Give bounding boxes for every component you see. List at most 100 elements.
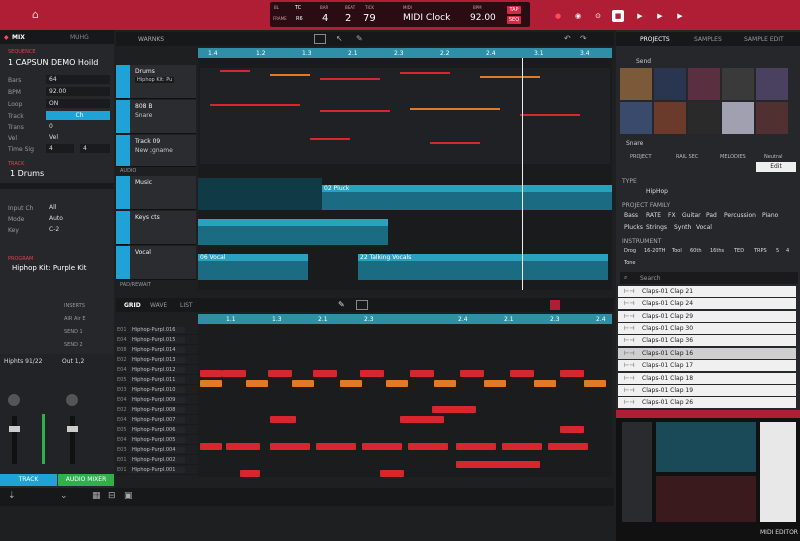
tc-label[interactable]: TC [295,5,301,11]
midi-note[interactable] [200,380,222,387]
family-tag[interactable]: Strings [646,224,667,231]
grid-view-icon[interactable]: ▦ [92,491,101,501]
project-thumbnail[interactable] [756,102,788,134]
family-tag[interactable]: Bass [624,212,638,219]
draw-tool-icon[interactable]: ✎ [338,300,345,309]
midi-note[interactable] [270,443,310,450]
pad-row[interactable]: E04 Hiphop-Purpl.009 [116,396,198,405]
audio-clip-vocal[interactable]: 06 Vocal [198,254,308,280]
pad-row[interactable]: E04 Hiphop-Purpl.005 [116,436,198,445]
midi-note[interactable] [222,370,246,377]
pointer-tool-icon[interactable]: ↖ [336,34,343,43]
send-1[interactable]: SEND 1 [64,329,83,335]
midi-note[interactable] [316,443,356,450]
send-2[interactable]: SEND 2 [64,342,83,348]
family-tag[interactable]: Percussion [724,212,756,219]
midi-note[interactable] [270,416,296,423]
midi-note[interactable] [200,370,222,377]
type-hiphop[interactable]: HipHop [646,188,668,195]
pad-row[interactable]: E02 Hiphop-Purpl.013 [116,356,198,365]
param-track[interactable]: Track Ch [8,111,110,121]
instrument-tag[interactable]: 4 [786,248,789,254]
midi-note[interactable] [510,370,534,377]
midi-note[interactable] [200,443,222,450]
project-thumbnail[interactable] [722,102,754,134]
pan-knob-2[interactable] [66,394,78,406]
record-icon[interactable]: ● [552,10,564,22]
sample-item[interactable]: ⊢⊣ Claps-01 Clap 18 [618,373,796,384]
pad-row[interactable]: E08 Hiphop-Purpl.014 [116,346,198,355]
instrument-tag[interactable]: 60th [690,248,702,254]
param-bars[interactable]: Bars 64 [8,75,110,85]
fader-1[interactable] [9,426,20,432]
param-value[interactable]: 92.00 [46,87,110,96]
arranger-mode-label[interactable]: WARNKS [138,36,164,43]
tab-sample-edit[interactable]: SAMPLE EDIT [744,36,784,43]
tab-projects[interactable]: PROJECTS [640,36,670,43]
tab-list[interactable]: LIST [180,302,193,309]
audio-mixer-button[interactable]: AUDIO MIXER [58,474,114,486]
midi-note[interactable] [548,443,588,450]
stop-icon[interactable]: ■ [612,10,624,22]
midi-note[interactable] [456,461,540,468]
record-note-icon[interactable] [550,300,560,310]
param-trans[interactable]: Trans 0 [8,122,108,132]
param-value[interactable]: C-2 [46,225,72,234]
param-value[interactable]: ON [46,99,110,108]
sample-search[interactable]: ⌕ Search [620,272,798,284]
instrument-tag[interactable]: Drog [624,248,636,254]
pad-row[interactable]: E01 Hiphop-Purpl.002 [116,456,198,465]
param-loop[interactable]: Loop ON [8,99,110,109]
instrument-tag[interactable]: 5 [776,248,779,254]
redo-icon[interactable]: ↷ [580,34,587,43]
pencil-tool-icon[interactable]: ✎ [356,34,363,43]
instrument-tag[interactable]: 16ths [710,248,724,254]
midi-note[interactable] [460,370,484,377]
midi-note[interactable] [534,380,556,387]
project-thumbnail[interactable] [756,68,788,100]
midi-note[interactable] [584,380,606,387]
midi-note[interactable] [226,443,260,450]
track-drums[interactable]: Drums Hiphop Kit: Pu [116,65,196,99]
midi-note[interactable] [362,443,402,450]
arranger-ruler[interactable]: 1.4 1.2 1.3 2.1 2.3 2.2 2.4 3.1 3.4 [198,48,612,58]
select-tool-icon[interactable] [356,300,368,310]
undo-icon[interactable]: ↶ [564,34,571,43]
track-button[interactable]: TRACK [0,474,57,486]
timesig-numerator[interactable]: 4 [46,144,74,153]
param-value[interactable]: Vel [46,133,110,142]
midi-note[interactable] [484,380,506,387]
chevron-down-icon[interactable]: ⌄ [60,491,68,501]
track-program[interactable]: Snare [135,112,152,119]
pads-icon[interactable]: ▣ [124,491,133,501]
tap-button[interactable]: TAP [507,6,521,14]
instrument-tag[interactable]: Tool [672,248,682,254]
sliders-icon[interactable]: ⊟ [108,491,116,501]
project-thumbnail[interactable] [654,102,686,134]
audio-clip-keys[interactable] [198,219,388,245]
param-value[interactable]: 64 [46,75,110,84]
beat-value[interactable]: 2 [345,13,351,24]
project-thumbnail[interactable] [688,102,720,134]
pad-row[interactable]: E05 Hiphop-Purpl.011 [116,376,198,385]
midi-note[interactable] [386,380,408,387]
download-icon[interactable]: ⇣ [8,491,16,501]
audio-clip-pluck[interactable]: 02 Pluck [322,185,612,210]
midi-note[interactable] [400,416,444,423]
sample-item[interactable]: ⊢⊣ Claps-01 Clap 36 [618,335,796,346]
midi-note[interactable] [268,370,292,377]
bar-value[interactable]: 4 [322,13,328,24]
tab-grid[interactable]: GRID [124,302,141,309]
midi-note[interactable] [560,370,584,377]
pad-row[interactable]: E01 Hiphop-Purpl.016 [116,326,198,335]
midi-note[interactable] [360,370,384,377]
param-value[interactable]: 0 [46,122,110,131]
note-grid[interactable] [198,325,612,477]
pan-knob-1[interactable] [8,394,20,406]
pad-row[interactable]: E03 Hiphop-Purpl.004 [116,446,198,455]
audio-clip-music-a[interactable] [198,178,322,210]
tab-mix[interactable]: MIX [12,34,25,41]
track-09[interactable]: Track 09 New ;gname [116,135,196,167]
param-value[interactable]: Auto [46,214,72,223]
pad-row[interactable]: E02 Hiphop-Purpl.008 [116,406,198,415]
